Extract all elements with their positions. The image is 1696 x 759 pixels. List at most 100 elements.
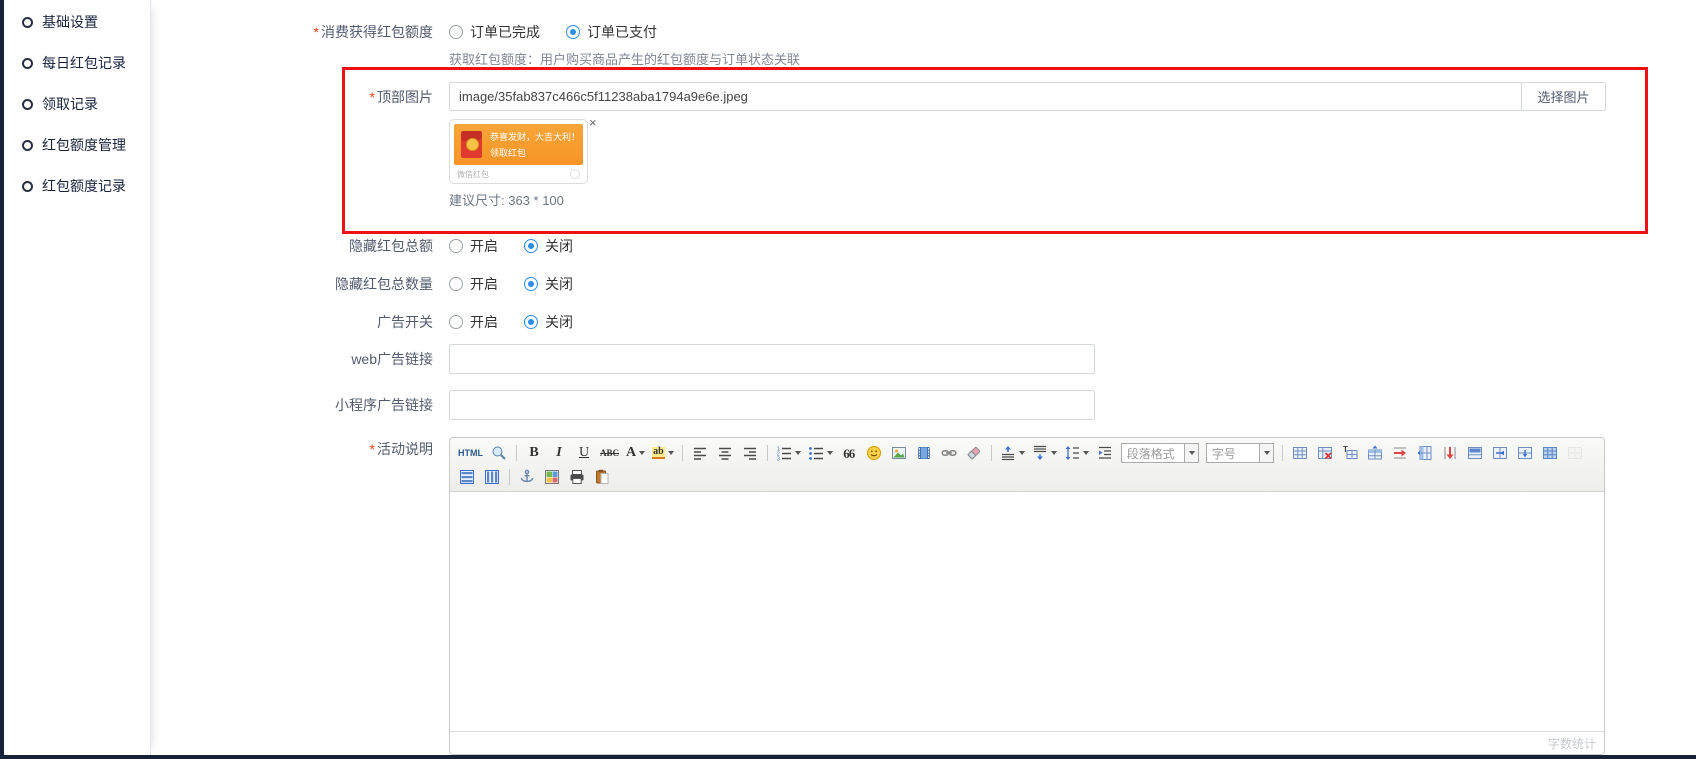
align-right-icon[interactable] <box>738 442 762 464</box>
insert-media-icon[interactable] <box>912 442 936 464</box>
preview-icon[interactable] <box>487 442 511 464</box>
print-icon[interactable] <box>565 466 589 488</box>
toolbar-separator <box>516 445 517 461</box>
web-ad-link-input[interactable] <box>449 344 1095 374</box>
chevron-down-icon <box>795 451 801 455</box>
toolbar-separator <box>991 445 992 461</box>
chevron-down-icon <box>639 451 645 455</box>
underline-button[interactable]: U <box>572 442 596 464</box>
line-height-button[interactable] <box>1061 442 1092 464</box>
sidebar-item-daily-records[interactable]: 每日红包记录 <box>22 53 150 73</box>
ad-switch-radio-group: 开启 关闭 <box>449 314 573 330</box>
toolbar-separator <box>509 469 510 485</box>
radio-ad-off[interactable]: 关闭 <box>524 312 573 332</box>
sidebar-item-label: 红包额度记录 <box>42 176 126 196</box>
unordered-list-button[interactable] <box>805 442 836 464</box>
indent-button[interactable] <box>1093 442 1117 464</box>
mini-ad-link-input[interactable] <box>449 390 1095 420</box>
sidebar-item-label: 红包额度管理 <box>42 135 126 155</box>
consume-quota-help-text: 获取红包额度：用户购买商品产生的红包额度与订单状态关联 <box>449 49 800 68</box>
split-rows-icon[interactable] <box>1513 442 1537 464</box>
radio-unselected-icon <box>449 277 463 291</box>
radio-selected-icon <box>524 277 538 291</box>
toolbar-separator <box>682 445 683 461</box>
chevron-down-icon <box>1083 451 1089 455</box>
html-source-button[interactable]: HTML <box>455 442 486 464</box>
font-color-button[interactable]: A <box>623 442 648 464</box>
distribute-cols-icon[interactable] <box>480 466 504 488</box>
radio-ad-on[interactable]: 开启 <box>449 312 498 332</box>
bold-button[interactable]: B <box>522 442 546 464</box>
radio-unselected-icon <box>449 239 463 253</box>
anchor-icon[interactable] <box>515 466 539 488</box>
svg-text:3: 3 <box>777 457 780 462</box>
choose-image-button[interactable]: 选择图片 <box>1521 82 1606 111</box>
link-icon[interactable] <box>937 442 961 464</box>
radio-order-paid[interactable]: 订单已支付 <box>566 22 657 42</box>
delete-column-icon[interactable] <box>1438 442 1462 464</box>
italic-button[interactable]: I <box>547 442 571 464</box>
toolbar-row-1: HTML B I U ABC A ab 123 66 <box>455 441 1599 465</box>
chevron-down-icon <box>1051 451 1057 455</box>
table-full-icon[interactable] <box>1538 442 1562 464</box>
required-asterisk: * <box>370 89 375 105</box>
toolbar-separator <box>767 445 768 461</box>
radio-hide-total-on[interactable]: 开启 <box>449 236 498 256</box>
editor-content-area[interactable] <box>450 492 1604 731</box>
ad-switch-label: 广告开关 <box>160 314 433 330</box>
align-left-icon[interactable] <box>688 442 712 464</box>
insert-column-icon[interactable] <box>1413 442 1437 464</box>
emoji-icon[interactable] <box>862 442 886 464</box>
red-packet-settings-page: 基础设置 每日红包记录 领取记录 红包额度管理 红包额度记录 *消费获得红包额度… <box>0 0 1696 759</box>
remove-format-icon[interactable] <box>962 442 986 464</box>
merge-cells-icon[interactable] <box>1463 442 1487 464</box>
paste-icon[interactable] <box>590 466 614 488</box>
highlight-color-button[interactable]: ab <box>649 442 677 464</box>
radio-circle-icon <box>22 17 33 28</box>
sidebar-item-quota-management[interactable]: 红包额度管理 <box>22 135 150 155</box>
chevron-down-icon <box>1019 451 1025 455</box>
image-size-hint: 建议尺寸: 363 * 100 <box>449 190 564 209</box>
radio-hide-count-on[interactable]: 开启 <box>449 274 498 294</box>
insert-table-icon[interactable] <box>1288 442 1312 464</box>
insert-row-above-icon[interactable] <box>1363 442 1387 464</box>
sidebar-item-claim-records[interactable]: 领取记录 <box>22 94 150 114</box>
radio-hide-count-off[interactable]: 关闭 <box>524 274 573 294</box>
remove-image-icon[interactable]: × <box>589 116 597 130</box>
radio-selected-icon <box>524 239 538 253</box>
delete-table-icon[interactable] <box>1313 442 1337 464</box>
hide-total-radio-group: 开启 关闭 <box>449 238 573 254</box>
align-center-icon[interactable] <box>713 442 737 464</box>
sidebar-item-basic-settings[interactable]: 基础设置 <box>22 12 150 32</box>
radio-order-completed[interactable]: 订单已完成 <box>449 22 540 42</box>
radio-hide-total-off[interactable]: 关闭 <box>524 236 573 256</box>
sidebar-item-label: 领取记录 <box>42 94 98 114</box>
circle-icon <box>570 169 580 179</box>
font-size-select[interactable]: 字号 <box>1206 443 1274 463</box>
strikethrough-button[interactable]: ABC <box>597 442 622 464</box>
paragraph-space-bottom-button[interactable] <box>1029 442 1060 464</box>
rich-text-editor: HTML B I U ABC A ab 123 66 <box>449 437 1605 755</box>
split-cols-icon[interactable] <box>1488 442 1512 464</box>
ordered-list-button[interactable]: 123 <box>773 442 804 464</box>
radio-circle-icon <box>22 99 33 110</box>
toolbar-row-2 <box>455 465 1599 489</box>
paragraph-format-select[interactable]: 段落格式 <box>1121 443 1199 463</box>
word-count-label[interactable]: 字数统计 <box>1548 735 1596 752</box>
delete-row-icon[interactable] <box>1388 442 1412 464</box>
sidebar-item-quota-records[interactable]: 红包额度记录 <box>22 176 150 196</box>
radio-selected-icon <box>524 315 538 329</box>
blockquote-button[interactable]: 66 <box>837 442 861 464</box>
top-image-path-input[interactable] <box>449 82 1522 111</box>
distribute-rows-icon[interactable] <box>455 466 479 488</box>
radio-circle-icon <box>22 58 33 69</box>
app-shell-bottom-edge <box>0 755 1696 759</box>
paragraph-space-top-button[interactable] <box>997 442 1028 464</box>
chevron-down-icon <box>1184 444 1198 462</box>
cell-properties-icon[interactable]: T <box>1338 442 1362 464</box>
insert-image-icon[interactable] <box>887 442 911 464</box>
image-preview-card: 恭喜发财，大吉大利！ 领取红包 微信红包 <box>449 119 588 184</box>
map-image-icon[interactable] <box>540 466 564 488</box>
radio-circle-icon <box>22 181 33 192</box>
required-asterisk: * <box>314 24 319 40</box>
